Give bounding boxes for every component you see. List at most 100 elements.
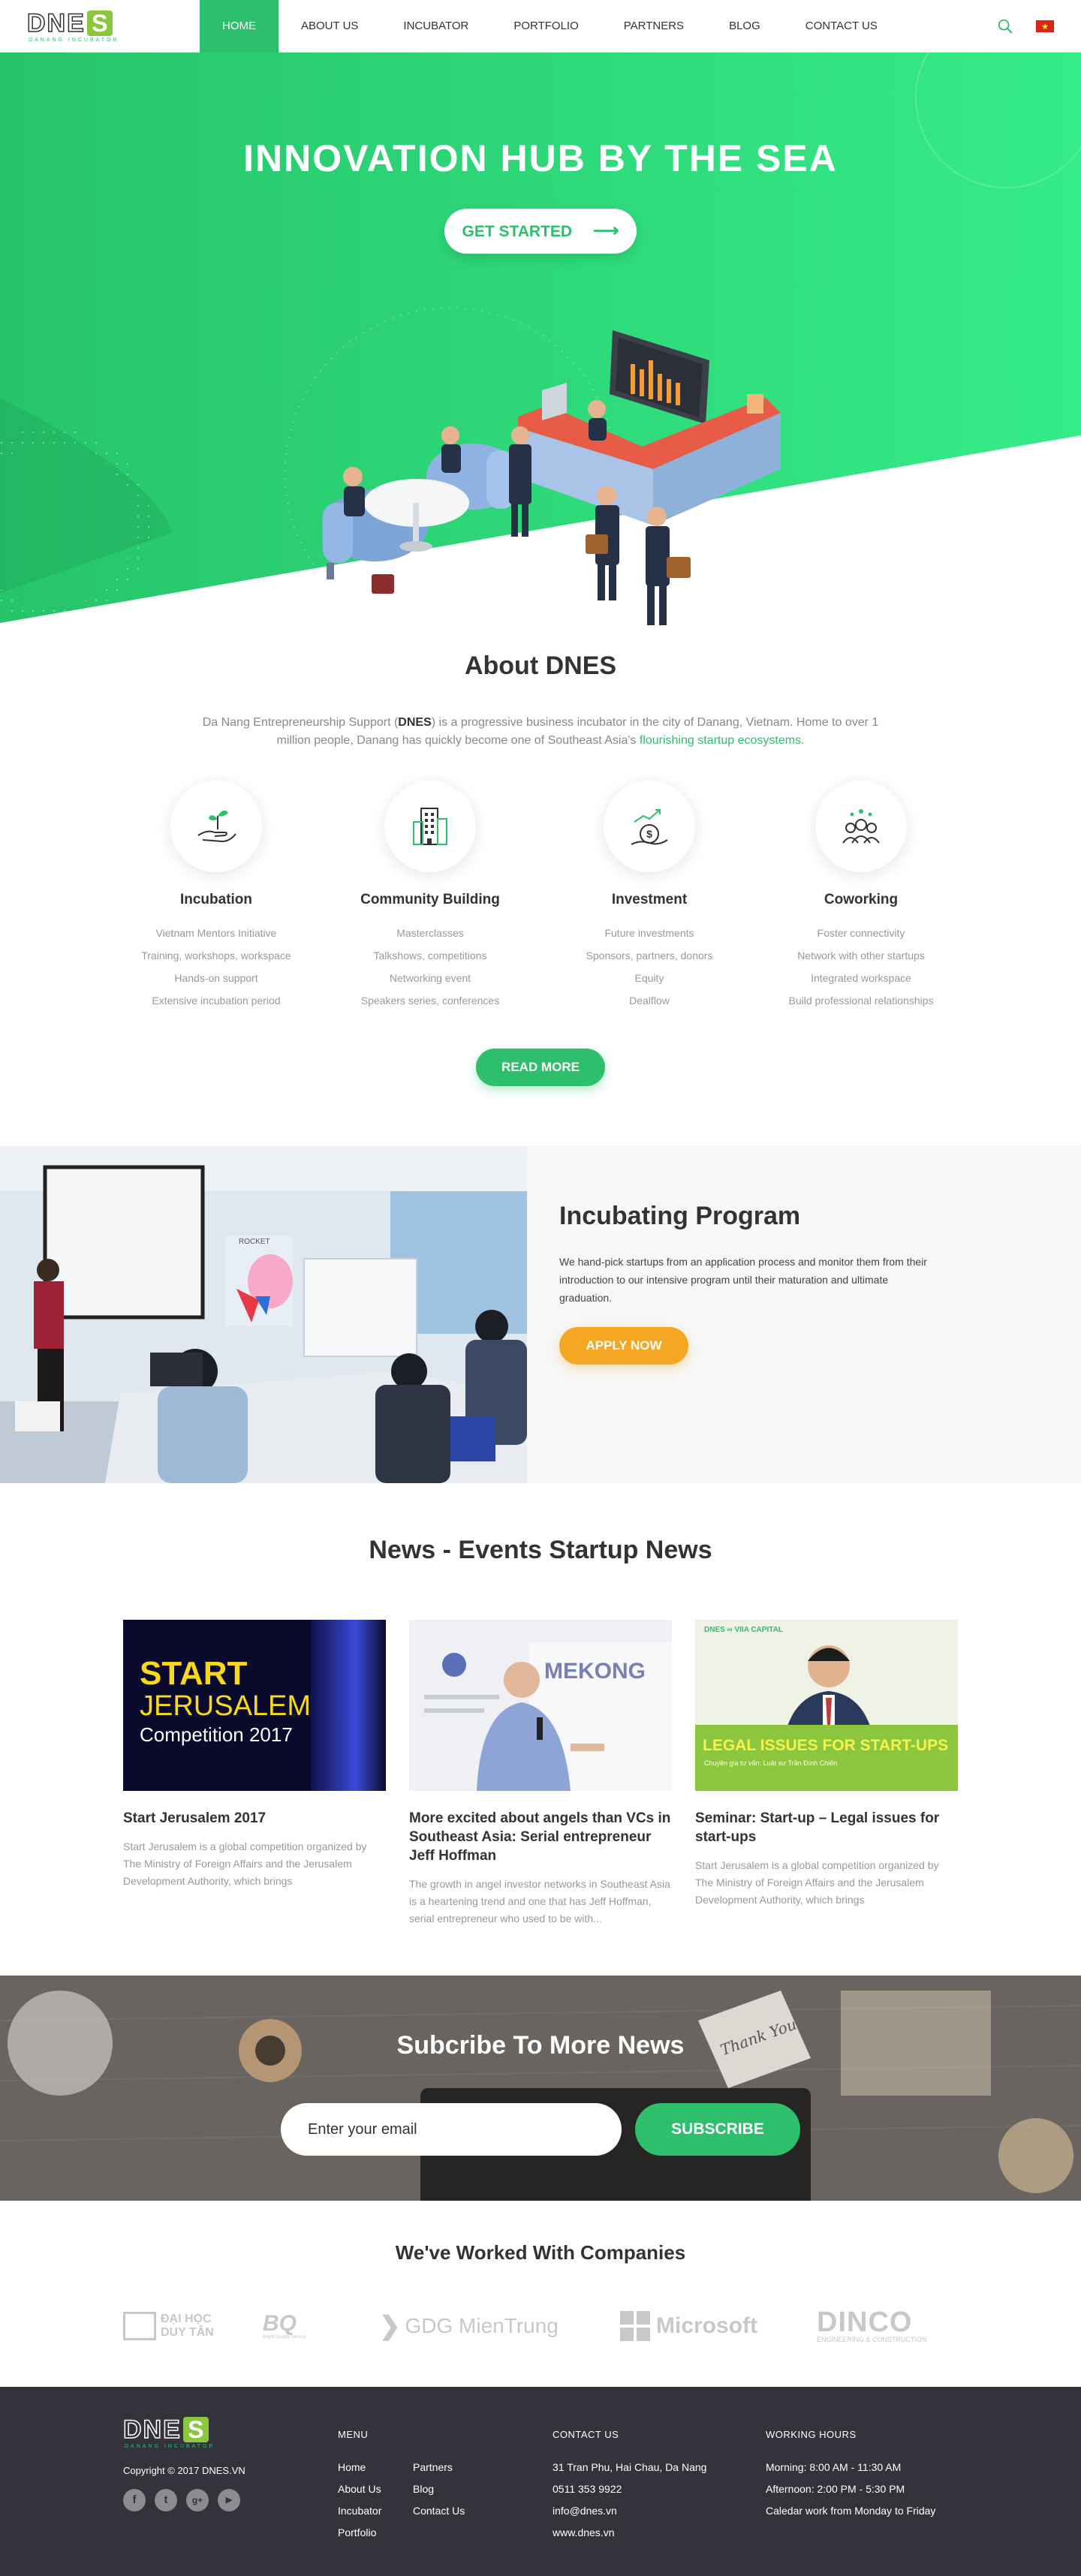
news-image[interactable]: DNES ∞ VIIA CAPITAL LEGAL ISSUES FOR STA… xyxy=(695,1620,958,1791)
nav-partners[interactable]: PARTNERS xyxy=(601,0,706,53)
image-banner-text: LEGAL ISSUES FOR START-UPS xyxy=(703,1737,949,1754)
footer-link-incubator[interactable]: Incubator xyxy=(338,2500,413,2522)
nav-about-us[interactable]: ABOUT US xyxy=(279,0,381,53)
footer-phone[interactable]: 0511 353 9922 xyxy=(553,2478,706,2500)
list-item: Vietnam Mentors Initiative xyxy=(155,927,277,939)
list-item: Masterclasses xyxy=(396,927,464,939)
list-item: Network with other startups xyxy=(797,949,925,961)
dnes-logo[interactable]: DNE S DANANG INCUBATOR xyxy=(26,10,116,43)
list-item: Networking event xyxy=(389,972,471,984)
nav-contact-us[interactable]: CONTACT US xyxy=(783,0,900,53)
subscribe-button[interactable]: SUBSCRIBE xyxy=(635,2103,800,2156)
google-plus-icon[interactable]: g+ xyxy=(186,2489,209,2511)
logo-s-mark: S xyxy=(182,2417,209,2442)
news-card-title[interactable]: More excited about angels than VCs in So… xyxy=(409,1809,672,1865)
list-item: Extensive incubation period xyxy=(152,995,281,1007)
email-input[interactable] xyxy=(281,2103,622,2156)
briefcase-3 xyxy=(372,574,394,594)
vietnam-flag-icon[interactable]: ★ xyxy=(1036,20,1054,32)
footer-link-portfolio[interactable]: Portfolio xyxy=(338,2522,413,2544)
people-group-icon xyxy=(842,809,880,844)
youtube-icon[interactable]: ▶ xyxy=(218,2489,240,2511)
facebook-icon[interactable]: f xyxy=(123,2489,146,2511)
light-streaks xyxy=(311,1620,386,1791)
subscribe-title: Subcribe To More News xyxy=(396,2031,685,2060)
apply-now-button[interactable]: APPLY NOW xyxy=(559,1327,688,1365)
copyright-text: Copyright © 2017 DNES.VN xyxy=(123,2465,245,2476)
footer-link-about-us[interactable]: About Us xyxy=(338,2478,413,2500)
nav-incubator[interactable]: INCUBATOR xyxy=(381,0,491,53)
news-title: News - Events Startup News xyxy=(369,1536,712,1564)
feature-icon-circle: $ xyxy=(604,781,695,872)
footer-link-partners[interactable]: Partners xyxy=(413,2457,465,2478)
feature-list: Masterclasses Talkshows, competitions Ne… xyxy=(325,922,535,1012)
feature-investment: $ Investment Future investments Sponsors… xyxy=(544,781,754,1012)
image-text-competition: Competition 2017 xyxy=(140,1723,293,1746)
green-banner xyxy=(695,1725,958,1791)
partner-line: Microsoft xyxy=(656,2313,757,2338)
startup-ecosystems-link[interactable]: flourishing startup ecosystems xyxy=(640,734,801,747)
partner-logo-gdg[interactable]: ❯ GDG MienTrung xyxy=(379,2306,559,2346)
news-card-title[interactable]: Start Jerusalem 2017 xyxy=(123,1809,386,1828)
list-item: Speakers series, conferences xyxy=(360,995,500,1007)
list-item: Future investments xyxy=(604,927,694,939)
hours-calendar: Caledar work from Monday to Friday xyxy=(766,2505,936,2517)
partner-logo-dinco[interactable]: DINCO ENGINEERING & CONSTRUCTION xyxy=(817,2306,927,2346)
about-description: Da Nang Entrepreneurship Support (DNES) … xyxy=(188,714,893,750)
partner-logo-duy-tan[interactable]: ĐẠI HỌC DUY TÂN xyxy=(123,2306,214,2346)
news-card[interactable]: DNES ∞ VIIA CAPITAL LEGAL ISSUES FOR STA… xyxy=(695,1620,958,1909)
partner-logo-microsoft[interactable]: Microsoft xyxy=(620,2306,757,2346)
incubating-program-section: ROCKET Incubating Program We hand-pick s… xyxy=(0,1146,1081,1483)
news-card[interactable]: MEKONG More excited about angels than VC… xyxy=(409,1620,672,1927)
main-nav: HOME ABOUT US INCUBATOR PORTFOLIO PARTNE… xyxy=(200,0,900,53)
nav-portfolio[interactable]: PORTFOLIO xyxy=(491,0,601,53)
footer-link-home[interactable]: Home xyxy=(338,2457,413,2478)
feature-title: Coworking xyxy=(824,892,899,907)
news-image[interactable]: START JERUSALEM Competition 2017 xyxy=(123,1620,386,1791)
news-image[interactable]: MEKONG xyxy=(409,1620,672,1791)
footer-website[interactable]: www.dnes.vn xyxy=(553,2522,706,2544)
logo-tagline: DANANG INCUBATOR xyxy=(29,38,119,43)
feature-community-building: Community Building Masterclasses Talksho… xyxy=(325,781,535,1012)
read-more-button[interactable]: READ MORE xyxy=(476,1049,605,1086)
list-item: Talkshows, competitions xyxy=(373,949,487,961)
footer-contact-heading: CONTACT US xyxy=(553,2429,619,2440)
news-card-title[interactable]: Seminar: Start-up – Legal issues for sta… xyxy=(695,1809,958,1846)
footer-email[interactable]: info@dnes.vn xyxy=(553,2500,706,2522)
wall-chart-monitor xyxy=(610,330,709,424)
footer-link-blog[interactable]: Blog xyxy=(413,2478,465,2500)
footer-logo[interactable]: DNE S DANANG INCUBATOR xyxy=(122,2415,212,2449)
flag-star-icon: ★ xyxy=(1041,22,1049,32)
get-started-button[interactable]: GET STARTED ⟶ xyxy=(444,209,637,254)
partners-title: We've Worked With Companies xyxy=(395,2241,686,2264)
image-banner-sub: Chuyên gia tư vấn: Luật sư Trần Đình Chi… xyxy=(704,1759,838,1767)
list-item: Dealflow xyxy=(629,995,670,1007)
list-item: Equity xyxy=(634,972,664,984)
twitter-icon[interactable]: t xyxy=(155,2489,177,2511)
footer-hours-heading: WORKING HOURS xyxy=(766,2429,857,2440)
feature-list: Vietnam Mentors Initiative Training, wor… xyxy=(111,922,321,1012)
footer-link-contact-us[interactable]: Contact Us xyxy=(413,2500,465,2522)
office-illustration xyxy=(323,330,781,625)
partner-logo-bq[interactable]: BQ Bright Quality Service xyxy=(263,2306,306,2346)
svg-text:$: $ xyxy=(646,828,652,840)
search-icon[interactable] xyxy=(997,18,1013,35)
slide-brand-text: ROCKET xyxy=(239,1238,270,1246)
partner-line: Bright Quality Service xyxy=(263,2335,306,2340)
news-card[interactable]: START JERUSALEM Competition 2017 Start J… xyxy=(123,1620,386,1890)
news-card-desc: Start Jerusalem is a global competition … xyxy=(123,1840,367,1887)
image-text-jerusalem: JERUSALEM xyxy=(140,1690,312,1722)
feature-title: Investment xyxy=(611,892,688,907)
about-text-1: Da Nang Entrepreneurship Support ( xyxy=(202,716,399,729)
logo-text: DNE xyxy=(122,2415,182,2444)
nav-home[interactable]: HOME xyxy=(200,0,279,53)
footer-menu-heading: MENU xyxy=(338,2429,369,2440)
briefcase-2 xyxy=(667,557,691,578)
list-item: Foster connectivity xyxy=(817,927,905,939)
hours-morning: Morning: 8:00 AM - 11:30 AM xyxy=(766,2461,902,2473)
feature-title: Incubation xyxy=(179,892,253,907)
classroom-photo: ROCKET xyxy=(0,1146,527,1483)
buildings-icon xyxy=(413,808,447,845)
nav-blog[interactable]: BLOG xyxy=(706,0,783,53)
partner-line: DINCO xyxy=(817,2307,913,2338)
